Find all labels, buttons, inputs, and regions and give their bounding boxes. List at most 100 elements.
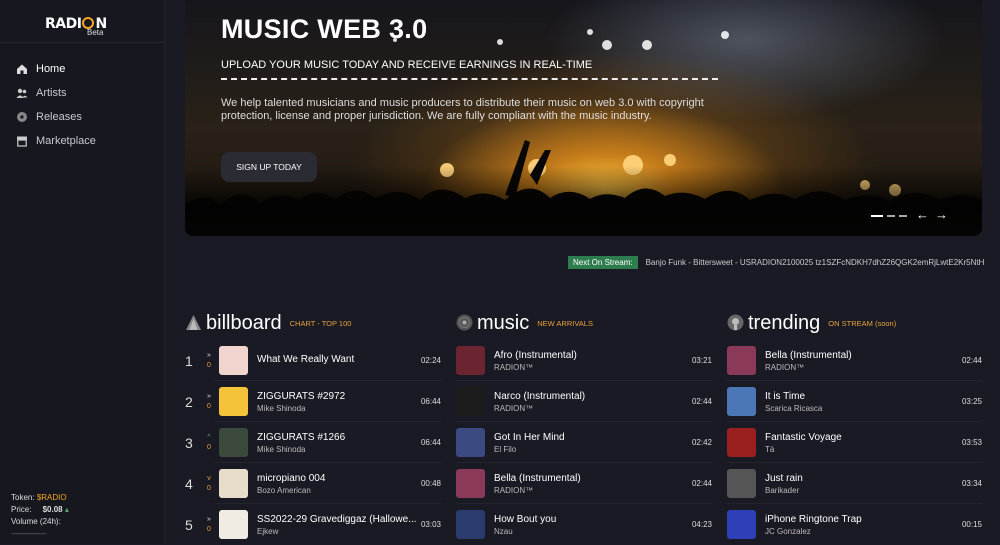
- track-title[interactable]: ZIGGURATS #1266: [257, 432, 417, 443]
- radio-icon: [727, 314, 744, 331]
- cover-art[interactable]: [456, 387, 485, 416]
- track-title[interactable]: What We Really Want: [257, 354, 417, 365]
- ticker-text[interactable]: Banjo Funk - Bittersweet - USRADION21000…: [646, 258, 985, 267]
- track-row[interactable]: How Bout you Nzau 04:23: [456, 504, 712, 545]
- sidebar-item-releases[interactable]: Releases: [16, 105, 96, 129]
- rank-change-value: 0: [207, 402, 211, 410]
- track-artist[interactable]: JC Gonzalez: [765, 527, 958, 536]
- track-row[interactable]: Narco (Instrumental) RADION™ 02:44: [456, 381, 712, 422]
- carousel-arrows: ← →: [916, 207, 948, 222]
- cover-art[interactable]: [219, 387, 248, 416]
- rank-change-icon: v: [207, 474, 211, 482]
- track-title[interactable]: Fantastic Voyage: [765, 432, 958, 443]
- cover-art[interactable]: [219, 346, 248, 375]
- track-row[interactable]: iPhone Ringtone Trap JC Gonzalez 00:15: [727, 504, 982, 545]
- track-duration: 02:42: [691, 438, 712, 447]
- track-row[interactable]: 1» 0 What We Really Want 02:24: [185, 340, 441, 381]
- track-duration: 03:03: [420, 520, 441, 529]
- track-title[interactable]: How Bout you: [494, 514, 688, 525]
- cover-art[interactable]: [219, 469, 248, 498]
- section-tag: NEW ARRIVALS: [537, 319, 593, 328]
- carousel-dot[interactable]: [887, 215, 895, 217]
- hero-description: We help talented musicians and music pro…: [221, 97, 704, 122]
- store-icon: [17, 136, 27, 147]
- track-title[interactable]: Bella (Instrumental): [494, 473, 688, 484]
- track-title[interactable]: Just rain: [765, 473, 958, 484]
- section-tag: ON STREAM (soon): [828, 319, 897, 328]
- track-artist[interactable]: RADION™: [765, 363, 958, 372]
- sidebar-item-home[interactable]: Home: [16, 57, 96, 81]
- track-duration: 02:24: [420, 356, 441, 365]
- next-on-stream-ticker: Next On Stream: Banjo Funk - Bittersweet…: [568, 256, 984, 269]
- carousel-dot[interactable]: [899, 215, 907, 217]
- carousel-dot[interactable]: [871, 215, 883, 217]
- cover-art[interactable]: [727, 510, 756, 539]
- rank-change-icon: »: [207, 351, 211, 359]
- cover-art[interactable]: [456, 469, 485, 498]
- track-title[interactable]: Narco (Instrumental): [494, 391, 688, 402]
- cover-art[interactable]: [727, 346, 756, 375]
- sidebar-item-label: Home: [36, 63, 66, 75]
- track-artist[interactable]: Bozo American: [257, 486, 417, 495]
- cover-art[interactable]: [727, 428, 756, 457]
- track-title[interactable]: iPhone Ringtone Trap: [765, 514, 958, 525]
- track-meta: Bella (Instrumental) RADION™: [494, 473, 688, 495]
- volume-label: Volume (24h):: [11, 517, 61, 526]
- cover-art[interactable]: [219, 428, 248, 457]
- track-title[interactable]: ZIGGURATS #2972: [257, 391, 417, 402]
- cover-art[interactable]: [727, 387, 756, 416]
- volume-value: ---------------------: [11, 529, 47, 538]
- track-title[interactable]: Afro (Instrumental): [494, 350, 688, 361]
- track-row[interactable]: 5» 0 SS2022-29 Gravediggaz (Hallowe... Ejke…: [185, 504, 441, 545]
- track-artist[interactable]: RADION™: [494, 404, 688, 413]
- rank-change: v0: [199, 474, 219, 494]
- track-row[interactable]: 2» 0 ZIGGURATS #2972 Mike Shinoda 06:44: [185, 381, 441, 422]
- track-title[interactable]: It is Time: [765, 391, 958, 402]
- track-artist[interactable]: Nzau: [494, 527, 688, 536]
- track-row[interactable]: Afro (Instrumental) RADION™ 03:21: [456, 340, 712, 381]
- track-row[interactable]: Just rain Barikader 03:34: [727, 463, 982, 504]
- track-artist[interactable]: Barikader: [765, 486, 958, 495]
- track-row[interactable]: Bella (Instrumental) RADION™ 02:44: [456, 463, 712, 504]
- sidebar-item-marketplace[interactable]: Marketplace: [16, 129, 96, 153]
- track-title[interactable]: SS2022-29 Gravediggaz (Hallowe...: [257, 514, 417, 525]
- track-row[interactable]: 3 ^ 0 ZIGGURATS #1266 Mike Shinoda 06:44: [185, 422, 441, 463]
- track-title[interactable]: Got In Her Mind: [494, 432, 688, 443]
- sign-up-button[interactable]: SIGN UP TODAY: [221, 152, 317, 182]
- track-row[interactable]: Got In Her Mind El Filo 02:42: [456, 422, 712, 463]
- cover-art[interactable]: [456, 510, 485, 539]
- arrow-right-icon[interactable]: →: [935, 207, 948, 222]
- track-artist[interactable]: Tá: [765, 445, 958, 454]
- track-meta: What We Really Want: [257, 354, 417, 367]
- track-meta: micropiano 004 Bozo American: [257, 473, 417, 495]
- track-artist[interactable]: Scarica Ricasca: [765, 404, 958, 413]
- track-artist[interactable]: RADION™: [494, 363, 688, 372]
- track-title[interactable]: Bella (Instrumental): [765, 350, 958, 361]
- track-artist[interactable]: Mike Shinoda: [257, 404, 417, 413]
- logo[interactable]: RADI N Beta: [45, 15, 107, 39]
- cover-art[interactable]: [456, 346, 485, 375]
- track-row[interactable]: It is Time Scarica Ricasca 03:25: [727, 381, 982, 422]
- token-symbol[interactable]: $RADIO: [37, 493, 67, 502]
- track-meta: Narco (Instrumental) RADION™: [494, 391, 688, 413]
- track-row[interactable]: Fantastic Voyage Tá 03:53: [727, 422, 982, 463]
- cover-art[interactable]: [727, 469, 756, 498]
- cover-art[interactable]: [219, 510, 248, 539]
- section-title: music: [477, 312, 530, 334]
- track-artist[interactable]: Mike Shinoda: [257, 445, 417, 454]
- track-artist[interactable]: Ejkew: [257, 527, 417, 536]
- billboard-icon: [186, 315, 201, 330]
- track-duration: 00:15: [961, 520, 982, 529]
- cover-art[interactable]: [456, 428, 485, 457]
- track-title[interactable]: micropiano 004: [257, 473, 417, 484]
- sidebar-item-artists[interactable]: Artists: [16, 81, 96, 105]
- arrow-left-icon[interactable]: ←: [916, 207, 929, 222]
- track-artist[interactable]: RADION™: [494, 486, 688, 495]
- sidebar: RADI N Beta Home Artists Releases Marketp…: [0, 0, 165, 544]
- track-artist[interactable]: El Filo: [494, 445, 688, 454]
- track-duration: 02:44: [691, 479, 712, 488]
- track-row[interactable]: Bella (Instrumental) RADION™ 02:44: [727, 340, 982, 381]
- rank-change-icon: »: [207, 515, 211, 523]
- track-duration: 02:44: [691, 397, 712, 406]
- track-row[interactable]: 4 v 0 micropiano 004 Bozo American 00:48: [185, 463, 441, 504]
